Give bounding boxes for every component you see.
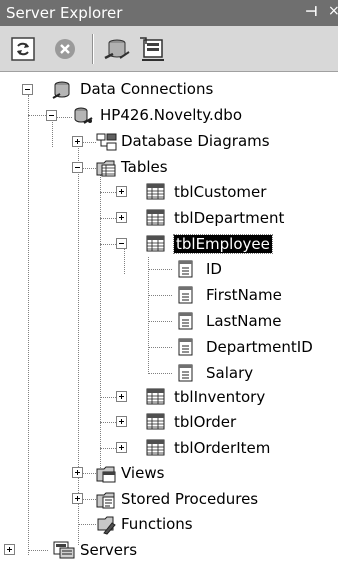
column-icon bbox=[178, 286, 193, 304]
connect-server-icon bbox=[140, 37, 164, 61]
table-icon bbox=[146, 413, 165, 430]
tree-node-data-connections[interactable]: Data Connections bbox=[80, 80, 213, 98]
stop-button[interactable] bbox=[50, 34, 80, 64]
tables-folder-icon bbox=[96, 160, 116, 177]
expander-servers[interactable] bbox=[4, 544, 15, 555]
server-explorer-window: Server Explorer ⊣ × Data Connections HP4… bbox=[0, 0, 338, 567]
column-icon bbox=[178, 312, 193, 330]
tree-node-column-firstname[interactable]: FirstName bbox=[206, 286, 282, 304]
refresh-button[interactable] bbox=[8, 34, 38, 64]
tree-node-tblorderitem[interactable]: tblOrderItem bbox=[174, 439, 270, 457]
functions-icon bbox=[97, 516, 116, 535]
expander-tblemployee[interactable] bbox=[116, 238, 127, 249]
pin-icon[interactable]: ⊣ bbox=[305, 4, 318, 20]
tree-node-views[interactable]: Views bbox=[121, 464, 164, 482]
views-folder-icon bbox=[96, 466, 116, 483]
database-diagrams-icon bbox=[96, 133, 117, 151]
tree-node-column-salary[interactable]: Salary bbox=[206, 364, 253, 382]
table-icon bbox=[146, 388, 165, 405]
expander-views[interactable] bbox=[72, 467, 83, 478]
expander-tblcustomer[interactable] bbox=[116, 186, 127, 197]
column-icon bbox=[178, 338, 193, 356]
tree-node-database-diagrams[interactable]: Database Diagrams bbox=[121, 132, 270, 150]
tree-node-stored-procedures[interactable]: Stored Procedures bbox=[121, 490, 258, 508]
connect-to-database-button[interactable] bbox=[102, 34, 132, 64]
stored-procedures-folder-icon bbox=[96, 492, 115, 509]
tree-node-column-departmentid[interactable]: DepartmentID bbox=[206, 338, 313, 356]
connect-database-icon bbox=[104, 39, 130, 60]
connect-to-server-button[interactable] bbox=[138, 34, 168, 64]
close-icon[interactable]: × bbox=[328, 3, 338, 19]
tree-node-connection[interactable]: HP426.Novelty.dbo bbox=[100, 106, 242, 124]
expander-database-diagrams[interactable] bbox=[72, 136, 83, 147]
expander-tblorderitem[interactable] bbox=[116, 442, 127, 453]
title-bar[interactable]: Server Explorer ⊣ × bbox=[0, 0, 338, 26]
column-icon bbox=[178, 260, 193, 278]
tree-node-tables[interactable]: Tables bbox=[121, 158, 168, 176]
expander-tblorder[interactable] bbox=[116, 416, 127, 427]
stop-icon bbox=[55, 39, 75, 59]
expander-data-connections[interactable] bbox=[22, 84, 33, 95]
tree-node-tblcustomer[interactable]: tblCustomer bbox=[174, 183, 266, 201]
refresh-icon bbox=[11, 37, 35, 61]
expander-stored-procedures[interactable] bbox=[72, 493, 83, 504]
table-icon bbox=[146, 235, 165, 252]
tree-node-functions[interactable]: Functions bbox=[121, 515, 193, 533]
tree-node-servers[interactable]: Servers bbox=[80, 541, 137, 559]
column-icon bbox=[178, 364, 193, 382]
servers-icon bbox=[53, 541, 75, 559]
expander-connection[interactable] bbox=[46, 110, 57, 121]
tree-node-column-lastname[interactable]: LastName bbox=[206, 312, 282, 330]
window-title: Server Explorer bbox=[6, 4, 123, 22]
tree-node-tblemployee[interactable]: tblEmployee bbox=[173, 234, 273, 254]
server-explorer-tree: Data Connections HP426.Novelty.dbo Datab… bbox=[0, 72, 338, 567]
tree-node-tblinventory[interactable]: tblInventory bbox=[174, 388, 265, 406]
toolbar-separator bbox=[92, 34, 94, 64]
tree-node-tblorder[interactable]: tblOrder bbox=[174, 413, 236, 431]
expander-tables[interactable] bbox=[72, 162, 83, 173]
database-connection-icon bbox=[74, 107, 93, 124]
table-icon bbox=[146, 439, 165, 456]
expander-tbldepartment[interactable] bbox=[116, 212, 127, 223]
tree-node-column-id[interactable]: ID bbox=[206, 260, 222, 278]
table-icon bbox=[146, 209, 165, 226]
toolbar bbox=[0, 26, 338, 72]
tree-node-tbldepartment[interactable]: tblDepartment bbox=[174, 209, 284, 227]
expander-tblinventory[interactable] bbox=[116, 391, 127, 402]
data-connections-icon bbox=[52, 81, 70, 99]
table-icon bbox=[146, 183, 165, 200]
